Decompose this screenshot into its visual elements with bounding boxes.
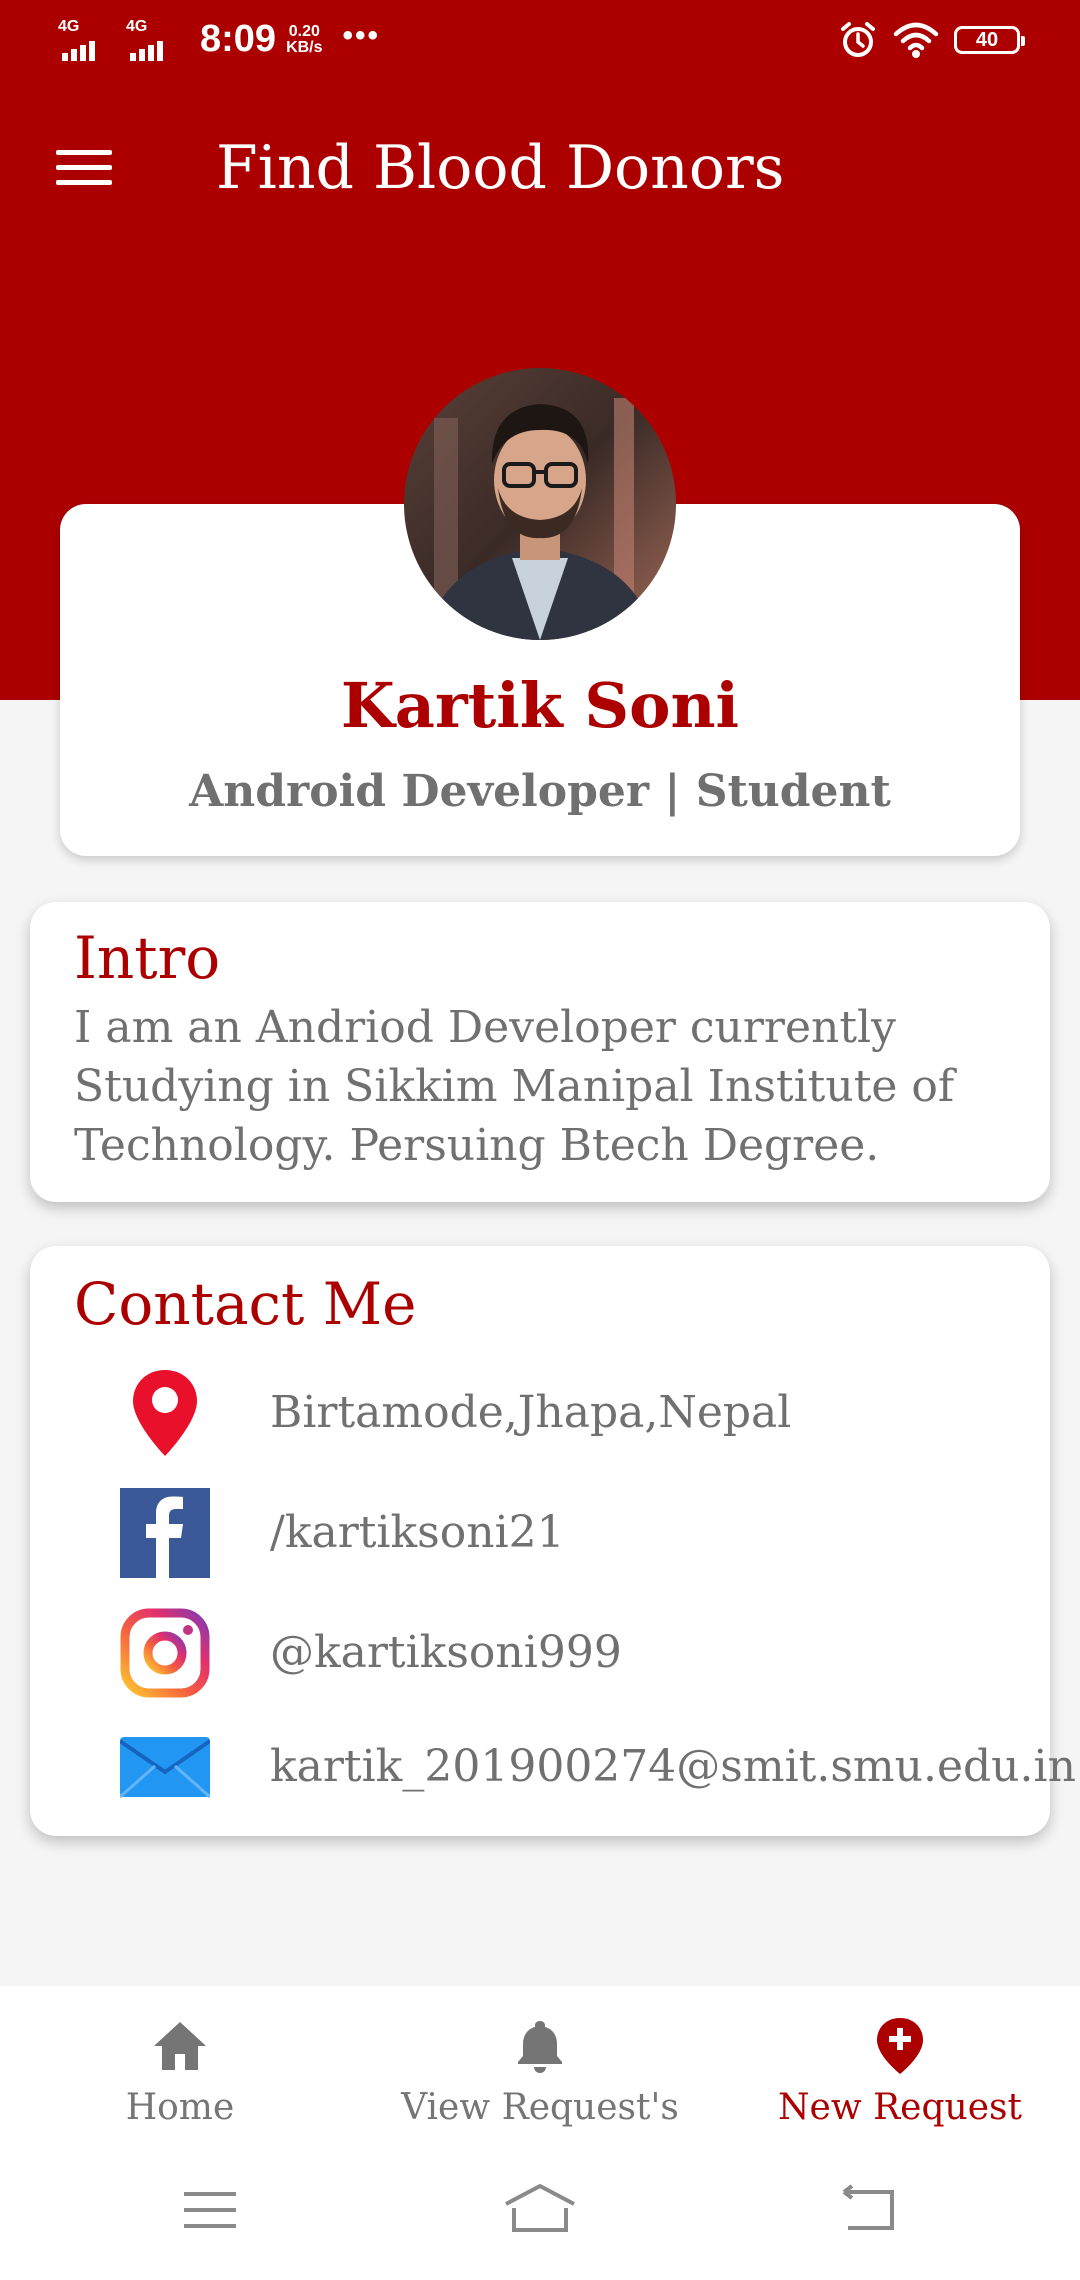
status-bar-right: 40 xyxy=(838,20,1025,60)
signal-icon: 4G xyxy=(126,17,184,61)
bottom-navigation: Home View Request's New Request xyxy=(0,1986,1080,2146)
contact-instagram[interactable]: @kartiksoni999 xyxy=(120,1608,1020,1698)
network-speed-value: 0.20 xyxy=(288,22,320,40)
avatar[interactable] xyxy=(404,368,676,640)
more-notifications-icon: ••• xyxy=(342,18,381,52)
network-speed-unit: KB/s xyxy=(286,38,323,56)
bell-icon xyxy=(518,2021,562,2073)
nav-view-requests[interactable]: View Request's xyxy=(360,1986,720,2146)
home-icon xyxy=(154,2022,206,2070)
contact-email-text: kartik_201900274@smit.smu.edu.in xyxy=(270,1741,1076,1792)
profile-role: Android Developer | Student xyxy=(189,766,891,817)
battery-level: 40 xyxy=(975,28,999,51)
profile-name: Kartik Soni xyxy=(340,669,740,742)
nav-view-requests-label: View Request's xyxy=(401,2087,679,2128)
contact-email[interactable]: kartik_201900274@smit.smu.edu.in xyxy=(120,1722,1076,1812)
contact-instagram-text: @kartiksoni999 xyxy=(270,1627,622,1678)
signal-icon: 4G xyxy=(58,17,116,61)
hamburger-menu-icon[interactable] xyxy=(52,140,116,196)
contact-facebook-text: /kartiksoni21 xyxy=(270,1507,565,1558)
network-type: 4G xyxy=(126,17,148,35)
status-bar-left: 4G 4G 8:09 0.20 KB/s ••• xyxy=(58,18,380,61)
network-type: 4G xyxy=(58,17,80,35)
wifi-icon xyxy=(893,22,939,58)
contact-facebook[interactable]: /kartiksoni21 xyxy=(120,1488,1020,1578)
back-icon[interactable] xyxy=(830,2180,910,2240)
instagram-icon xyxy=(120,1608,210,1698)
menu-icon[interactable] xyxy=(170,2180,250,2240)
home-icon[interactable] xyxy=(500,2180,580,2240)
system-navigation-bar xyxy=(0,2146,1080,2280)
nav-new-request-label: New Request xyxy=(778,2087,1022,2128)
nav-home-label: Home xyxy=(125,2087,235,2128)
intro-card: Intro I am an Andriod Developer currentl… xyxy=(30,902,1050,1202)
contact-card: Contact Me Birtamode,Jhapa,Nepal /kartik… xyxy=(30,1246,1076,1836)
intro-title: Intro xyxy=(74,924,221,992)
battery-icon: 40 xyxy=(954,26,1025,54)
location-pin-icon xyxy=(133,1370,197,1456)
network-speed: 0.20 KB/s xyxy=(286,22,323,56)
contact-location[interactable]: Birtamode,Jhapa,Nepal xyxy=(120,1368,1020,1458)
app-title: Find Blood Donors xyxy=(216,133,785,203)
intro-text: I am an Andriod Developer currently Stud… xyxy=(74,1002,955,1171)
nav-home[interactable]: Home xyxy=(0,1986,360,2146)
status-bar: 4G 4G 8:09 0.20 KB/s ••• 40 xyxy=(0,0,1080,84)
contact-location-text: Birtamode,Jhapa,Nepal xyxy=(270,1387,792,1438)
nav-new-request[interactable]: New Request xyxy=(720,1986,1080,2146)
contact-title: Contact Me xyxy=(74,1270,417,1338)
email-icon xyxy=(120,1737,210,1799)
status-time: 8:09 xyxy=(200,18,277,60)
alarm-icon xyxy=(841,22,875,57)
add-location-icon xyxy=(877,2018,923,2074)
facebook-icon xyxy=(120,1488,210,1578)
